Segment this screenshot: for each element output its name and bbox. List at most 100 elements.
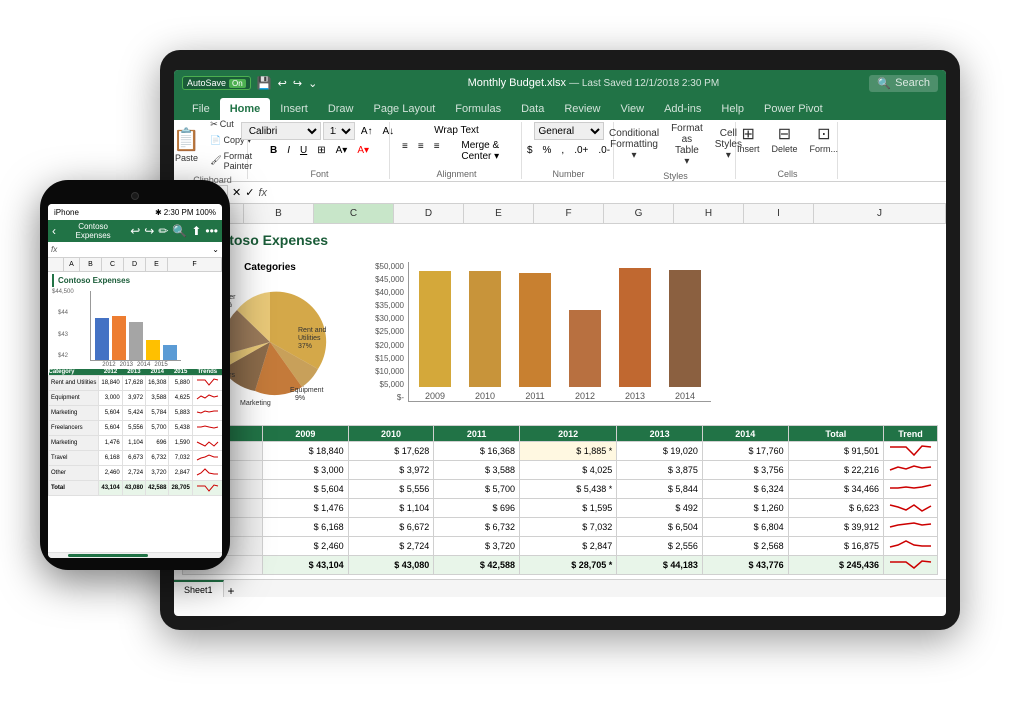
phone-table-row-total: Total43,10443,08042,58828,705 xyxy=(49,481,223,496)
phone-table-row: Marketing1,4761,1046961,590 xyxy=(49,436,223,451)
format-painter-button[interactable]: 🖌Format Painter xyxy=(206,149,256,173)
phone-cell-0-a: 18,840 xyxy=(99,376,122,391)
fill-color-button[interactable]: A▾ xyxy=(332,142,352,158)
phone-cell-6-d: 2,847 xyxy=(169,466,192,481)
cell-4-2009: $ 6,168 xyxy=(263,518,349,537)
y-label-8: $40,000 xyxy=(370,288,404,297)
y-label-10: $50,000 xyxy=(370,262,404,271)
tab-data[interactable]: Data xyxy=(511,98,554,120)
table-row: $ 6,168 $ 6,672 $ 6,732 $ 7,032 $ 6,504 … xyxy=(183,518,938,537)
phone-cell-6-a: 2,460 xyxy=(99,466,122,481)
conditional-formatting-button[interactable]: ConditionalFormatting ▾ xyxy=(605,126,663,163)
align-center-button[interactable]: ≡ xyxy=(414,138,428,154)
phone-cell-cat-0: Rent and Utilities xyxy=(49,376,99,391)
cell-1-2011: $ 3,588 xyxy=(434,461,520,480)
phone-scrollbar[interactable] xyxy=(68,554,148,557)
tab-view[interactable]: View xyxy=(610,98,654,120)
format-as-table-button[interactable]: Format asTable ▾ xyxy=(667,121,707,169)
phone-more-icon[interactable]: ••• xyxy=(205,224,218,238)
phone-formula-chevron[interactable]: ⌄ xyxy=(212,245,219,254)
phone-cell-5-c: 6,732 xyxy=(146,451,169,466)
col-header-trend: Trend xyxy=(884,426,938,442)
cell-4-2013: $ 6,504 xyxy=(617,518,703,537)
formula-fx-icon[interactable]: fx xyxy=(258,187,267,199)
tab-review[interactable]: Review xyxy=(554,98,610,120)
table-row: Utilities $ 18,840 $ 17,628 $ 16,368 $ 1… xyxy=(183,442,938,461)
tab-page-layout[interactable]: Page Layout xyxy=(363,98,445,120)
underline-button[interactable]: U xyxy=(296,142,311,158)
insert-button[interactable]: ⊞Insert xyxy=(733,122,764,156)
cell-1-2009: $ 3,000 xyxy=(263,461,349,480)
phone-search-phone-icon[interactable]: 🔍 xyxy=(172,224,187,238)
formula-input[interactable] xyxy=(271,187,942,199)
merge-center-button[interactable]: Merge & Center ▾ xyxy=(446,138,515,154)
titlebar-center: Monthly Budget.xlsx — Last Saved 12/1/20… xyxy=(468,77,720,89)
cell-1-total: $ 22,216 xyxy=(788,461,883,480)
sheet-title: Contoso Expenses xyxy=(182,228,938,250)
phone-cell-cat-total: Total xyxy=(49,481,99,496)
align-left-button[interactable]: ≡ xyxy=(398,138,412,154)
redo-icon[interactable]: ↪ xyxy=(293,77,302,90)
border-button[interactable]: ⊞ xyxy=(313,142,329,158)
phone-cell-6-t xyxy=(192,466,222,481)
pie-label-rent-pct: 37% xyxy=(298,343,312,350)
italic-button[interactable]: I xyxy=(283,142,294,158)
percent-button[interactable]: % xyxy=(539,142,556,158)
phone-edit-icon[interactable]: ✏ xyxy=(158,224,168,238)
table-row: $ 1,476 $ 1,104 $ 696 $ 1,595 $ 492 $ 1,… xyxy=(183,499,938,518)
phone-cell-0-c: 16,308 xyxy=(146,376,169,391)
number-label: Number xyxy=(552,167,584,179)
tab-insert[interactable]: Insert xyxy=(270,98,318,120)
phone-x-2012: 2012 xyxy=(102,362,115,368)
phone-y-1: $43 xyxy=(52,332,68,338)
sheet-tab-1[interactable]: Sheet1 xyxy=(174,580,224,597)
trend-sparkline-5 xyxy=(888,538,933,552)
delete-button[interactable]: ⊟Delete xyxy=(768,122,802,156)
save-icon[interactable]: 💾 xyxy=(257,76,272,90)
bold-button[interactable]: B xyxy=(266,142,281,158)
phone-undo-icon[interactable]: ↩ xyxy=(130,224,140,238)
phone-formula-bar: fx ⌄ xyxy=(48,242,222,258)
phone-back-icon[interactable]: ‹ xyxy=(52,224,56,238)
formula-confirm-icon[interactable]: ✓ xyxy=(245,186,254,199)
formula-cancel-icon[interactable]: ✕ xyxy=(232,186,241,199)
col-header-2012: 2012 xyxy=(519,426,616,442)
scene: AutoSave On 💾 ↩ ↪ ⌄ Monthly Budget.xlsx … xyxy=(0,0,1024,720)
align-right-button[interactable]: ≡ xyxy=(430,138,444,154)
cell-1-trend xyxy=(884,461,938,480)
phone-share-icon[interactable]: ⬆ xyxy=(191,224,201,238)
number-format-select[interactable]: General xyxy=(534,122,604,140)
font-name-select[interactable]: Calibri xyxy=(241,122,321,140)
add-sheet-button[interactable]: + xyxy=(228,584,235,597)
increase-font-button[interactable]: A↑ xyxy=(357,123,377,139)
phone-bar-3 xyxy=(129,322,143,360)
cell-5-2012: $ 2,847 xyxy=(519,537,616,556)
undo-icon[interactable]: ↩ xyxy=(278,77,287,90)
format-button[interactable]: ⊡Form... xyxy=(806,122,843,156)
comma-button[interactable]: , xyxy=(557,142,568,158)
wrap-text-button[interactable]: Wrap Text xyxy=(430,122,483,138)
phone-bar-1 xyxy=(95,318,109,360)
phone-redo-icon[interactable]: ↪ xyxy=(144,224,154,238)
tab-help[interactable]: Help xyxy=(711,98,754,120)
cell-3-trend xyxy=(884,499,938,518)
phone-formula-input[interactable] xyxy=(59,245,210,254)
cell-total-2012: $ 28,705 * xyxy=(519,556,616,575)
col-headers: A B C D E F G H I J xyxy=(174,204,946,224)
paste-button[interactable]: 📋 Paste xyxy=(174,125,204,165)
tab-formulas[interactable]: Formulas xyxy=(445,98,511,120)
tab-draw[interactable]: Draw xyxy=(318,98,364,120)
phone-cell-cat-5: Travel xyxy=(49,451,99,466)
phone-col-C: C xyxy=(102,258,124,271)
customize-icon[interactable]: ⌄ xyxy=(308,77,317,90)
phone-table-row: Equipment3,0003,9723,5884,625 xyxy=(49,391,223,406)
col-header-e: E xyxy=(464,204,534,223)
decimal-increase-button[interactable]: .0+ xyxy=(570,142,592,158)
bar-2014 xyxy=(669,270,701,387)
tab-powerpivot[interactable]: Power Pivot xyxy=(754,98,833,120)
font-color-button[interactable]: A▾ xyxy=(353,142,373,158)
search-area[interactable]: 🔍 Search xyxy=(869,75,938,92)
font-size-select[interactable]: 11 xyxy=(323,122,355,140)
currency-button[interactable]: $ xyxy=(523,142,537,158)
tab-addins[interactable]: Add-ins xyxy=(654,98,711,120)
